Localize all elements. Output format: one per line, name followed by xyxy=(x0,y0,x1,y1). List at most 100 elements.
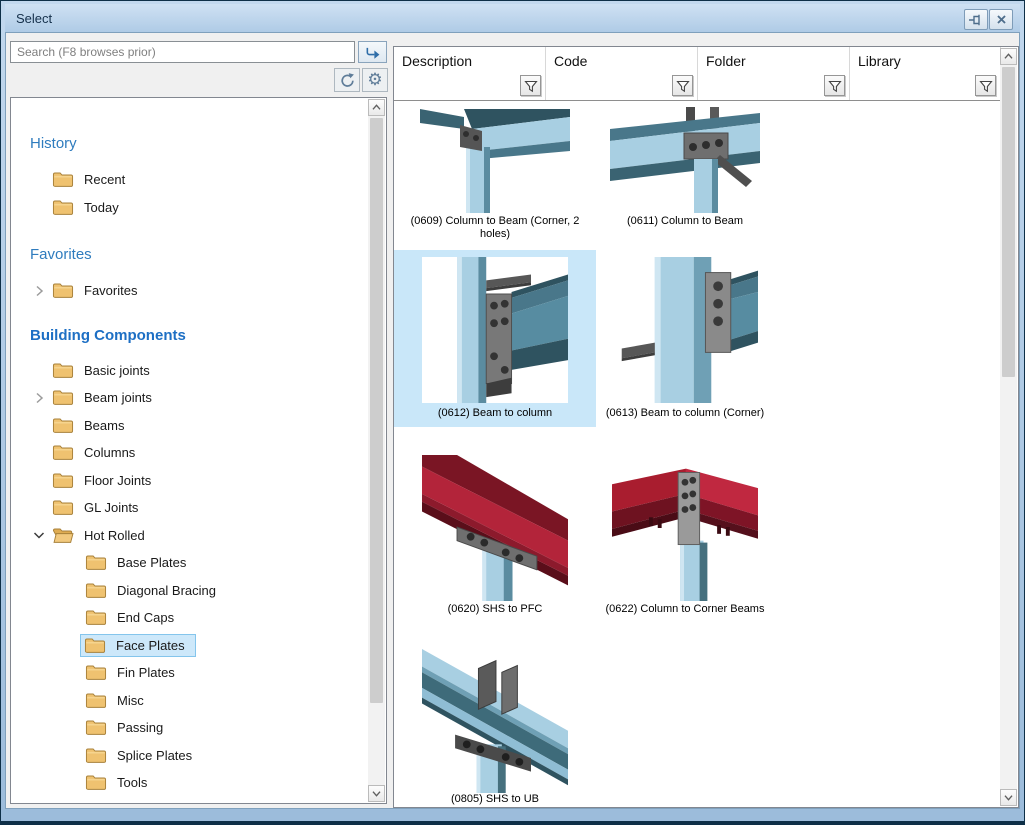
pin-icon xyxy=(968,13,984,27)
chevron-right-icon[interactable] xyxy=(28,283,50,299)
tree-item-label: Splice Plates xyxy=(117,748,192,763)
chevron-slot xyxy=(61,692,83,708)
chevron-down-icon[interactable] xyxy=(28,527,50,543)
tree-item-label: Tools xyxy=(117,775,147,790)
folder-icon xyxy=(52,362,74,379)
tree-item-diagonal-bracing[interactable]: Diagonal Bracing xyxy=(12,577,368,605)
chevron-slot xyxy=(61,555,83,571)
folder-icon xyxy=(52,282,74,299)
tree-item-passing[interactable]: Passing xyxy=(12,714,368,742)
folder-icon xyxy=(84,637,106,654)
folder-icon xyxy=(52,389,74,406)
scroll-down-icon xyxy=(369,785,384,802)
tile-0805[interactable] xyxy=(420,647,570,793)
tree-item-tools[interactable]: Tools xyxy=(12,769,368,797)
thumbnail-0805-image xyxy=(420,647,570,793)
window-title: Select xyxy=(5,11,52,26)
tree-item-splice-plates[interactable]: Splice Plates xyxy=(12,742,368,770)
thumbnail-0609-image xyxy=(420,107,570,213)
funnel-icon xyxy=(977,77,995,95)
tree-item-misc[interactable]: Misc xyxy=(12,687,368,715)
gear-icon: ⚙ xyxy=(367,72,382,89)
filter-button-library[interactable] xyxy=(975,75,996,96)
column-description[interactable]: Description xyxy=(394,47,546,100)
results-scrollbar-thumb[interactable] xyxy=(1002,67,1015,377)
tree-item-label: Base Plates xyxy=(117,555,186,570)
chevron-slot xyxy=(28,472,50,488)
tree-item-today[interactable]: Today xyxy=(12,194,368,222)
filter-button-description[interactable] xyxy=(520,75,541,96)
pin-button[interactable] xyxy=(964,9,988,30)
tile-0611[interactable] xyxy=(610,107,760,213)
tree-item-basic-joints[interactable]: Basic joints xyxy=(12,357,368,385)
tree-item-label: Misc xyxy=(117,693,144,708)
tree-item-i-clips-partial[interactable]: I Clips xyxy=(12,797,368,803)
chevron-slot xyxy=(28,362,50,378)
refresh-button[interactable] xyxy=(334,68,360,92)
tree-item-columns[interactable]: Columns xyxy=(12,439,368,467)
close-button[interactable] xyxy=(989,9,1013,30)
folder-icon xyxy=(85,747,107,764)
tile-0620[interactable] xyxy=(420,455,570,601)
column-code[interactable]: Code xyxy=(546,47,698,100)
tree-scrollbar-down-button[interactable] xyxy=(368,785,385,802)
folder-icon xyxy=(85,719,107,736)
titlebar[interactable]: Select xyxy=(5,4,1020,32)
chevron-slot xyxy=(61,582,83,598)
tile-0613[interactable] xyxy=(610,257,760,403)
tree-item-beams[interactable]: Beams xyxy=(12,412,368,440)
filter-button-code[interactable] xyxy=(672,75,693,96)
settings-button[interactable]: ⚙ xyxy=(362,68,388,92)
tree-item-hot-rolled[interactable]: Hot Rolled xyxy=(12,522,368,550)
filter-button-folder[interactable] xyxy=(824,75,845,96)
search-go-button[interactable] xyxy=(358,41,387,63)
results-scrollbar-down-button[interactable] xyxy=(1000,789,1017,806)
tree-content: History Recent Today Favorites xyxy=(12,99,368,802)
tree-item-beam-joints[interactable]: Beam joints xyxy=(12,384,368,412)
results-column-header: Description Code Folder xyxy=(394,47,1001,101)
tree-item-label: Beam joints xyxy=(84,390,152,405)
tree-item-label: Recent xyxy=(84,172,125,187)
column-label: Description xyxy=(394,47,545,69)
chevron-slot xyxy=(28,172,50,188)
tree-section-header-building-components: Building Components xyxy=(12,323,368,349)
tile-0612-selected[interactable] xyxy=(420,257,570,403)
chevron-slot xyxy=(61,665,83,681)
open-folder-icon xyxy=(52,527,74,544)
tree-item-label: Columns xyxy=(84,445,135,460)
tree-item-face-plates[interactable]: Face Plates xyxy=(12,632,368,660)
close-icon xyxy=(995,13,1008,26)
column-folder[interactable]: Folder xyxy=(698,47,850,100)
tile-0609[interactable] xyxy=(420,107,570,213)
tree-section-header-favorites: Favorites xyxy=(12,241,368,267)
tree-item-fin-plates[interactable]: Fin Plates xyxy=(12,659,368,687)
tile-caption: (0611) Column to Beam xyxy=(585,215,785,228)
tree-item-label: Fin Plates xyxy=(117,665,175,680)
thumbnail-0611-image xyxy=(610,107,760,213)
results-panel: Description Code Folder xyxy=(393,46,1019,808)
tree-scrollbar-thumb[interactable] xyxy=(370,118,383,703)
tree-item-label: Beams xyxy=(84,418,124,433)
folder-icon xyxy=(85,582,107,599)
results-scrollbar[interactable] xyxy=(1000,48,1017,806)
tree-item-recent[interactable]: Recent xyxy=(12,166,368,194)
tile-0622[interactable] xyxy=(610,455,760,601)
column-library[interactable]: Library xyxy=(850,47,1001,100)
tree-item-gl-joints[interactable]: GL Joints xyxy=(12,494,368,522)
column-label: Library xyxy=(850,47,1000,69)
tree-scrollbar[interactable] xyxy=(368,99,385,802)
tree-item-label: Face Plates xyxy=(116,638,185,653)
funnel-icon xyxy=(674,77,692,95)
tree-item-floor-joints[interactable]: Floor Joints xyxy=(12,467,368,495)
tree-item-end-caps[interactable]: End Caps xyxy=(12,604,368,632)
folder-icon xyxy=(52,171,74,188)
folder-icon xyxy=(85,664,107,681)
tree-item-label: Hot Rolled xyxy=(84,528,145,543)
results-scrollbar-up-button[interactable] xyxy=(1000,48,1017,65)
funnel-icon xyxy=(522,77,540,95)
chevron-right-icon[interactable] xyxy=(28,390,50,406)
tree-item-base-plates[interactable]: Base Plates xyxy=(12,549,368,577)
search-input[interactable] xyxy=(10,41,355,63)
tree-scrollbar-up-button[interactable] xyxy=(368,99,385,116)
tree-item-favorites[interactable]: Favorites xyxy=(12,277,368,305)
